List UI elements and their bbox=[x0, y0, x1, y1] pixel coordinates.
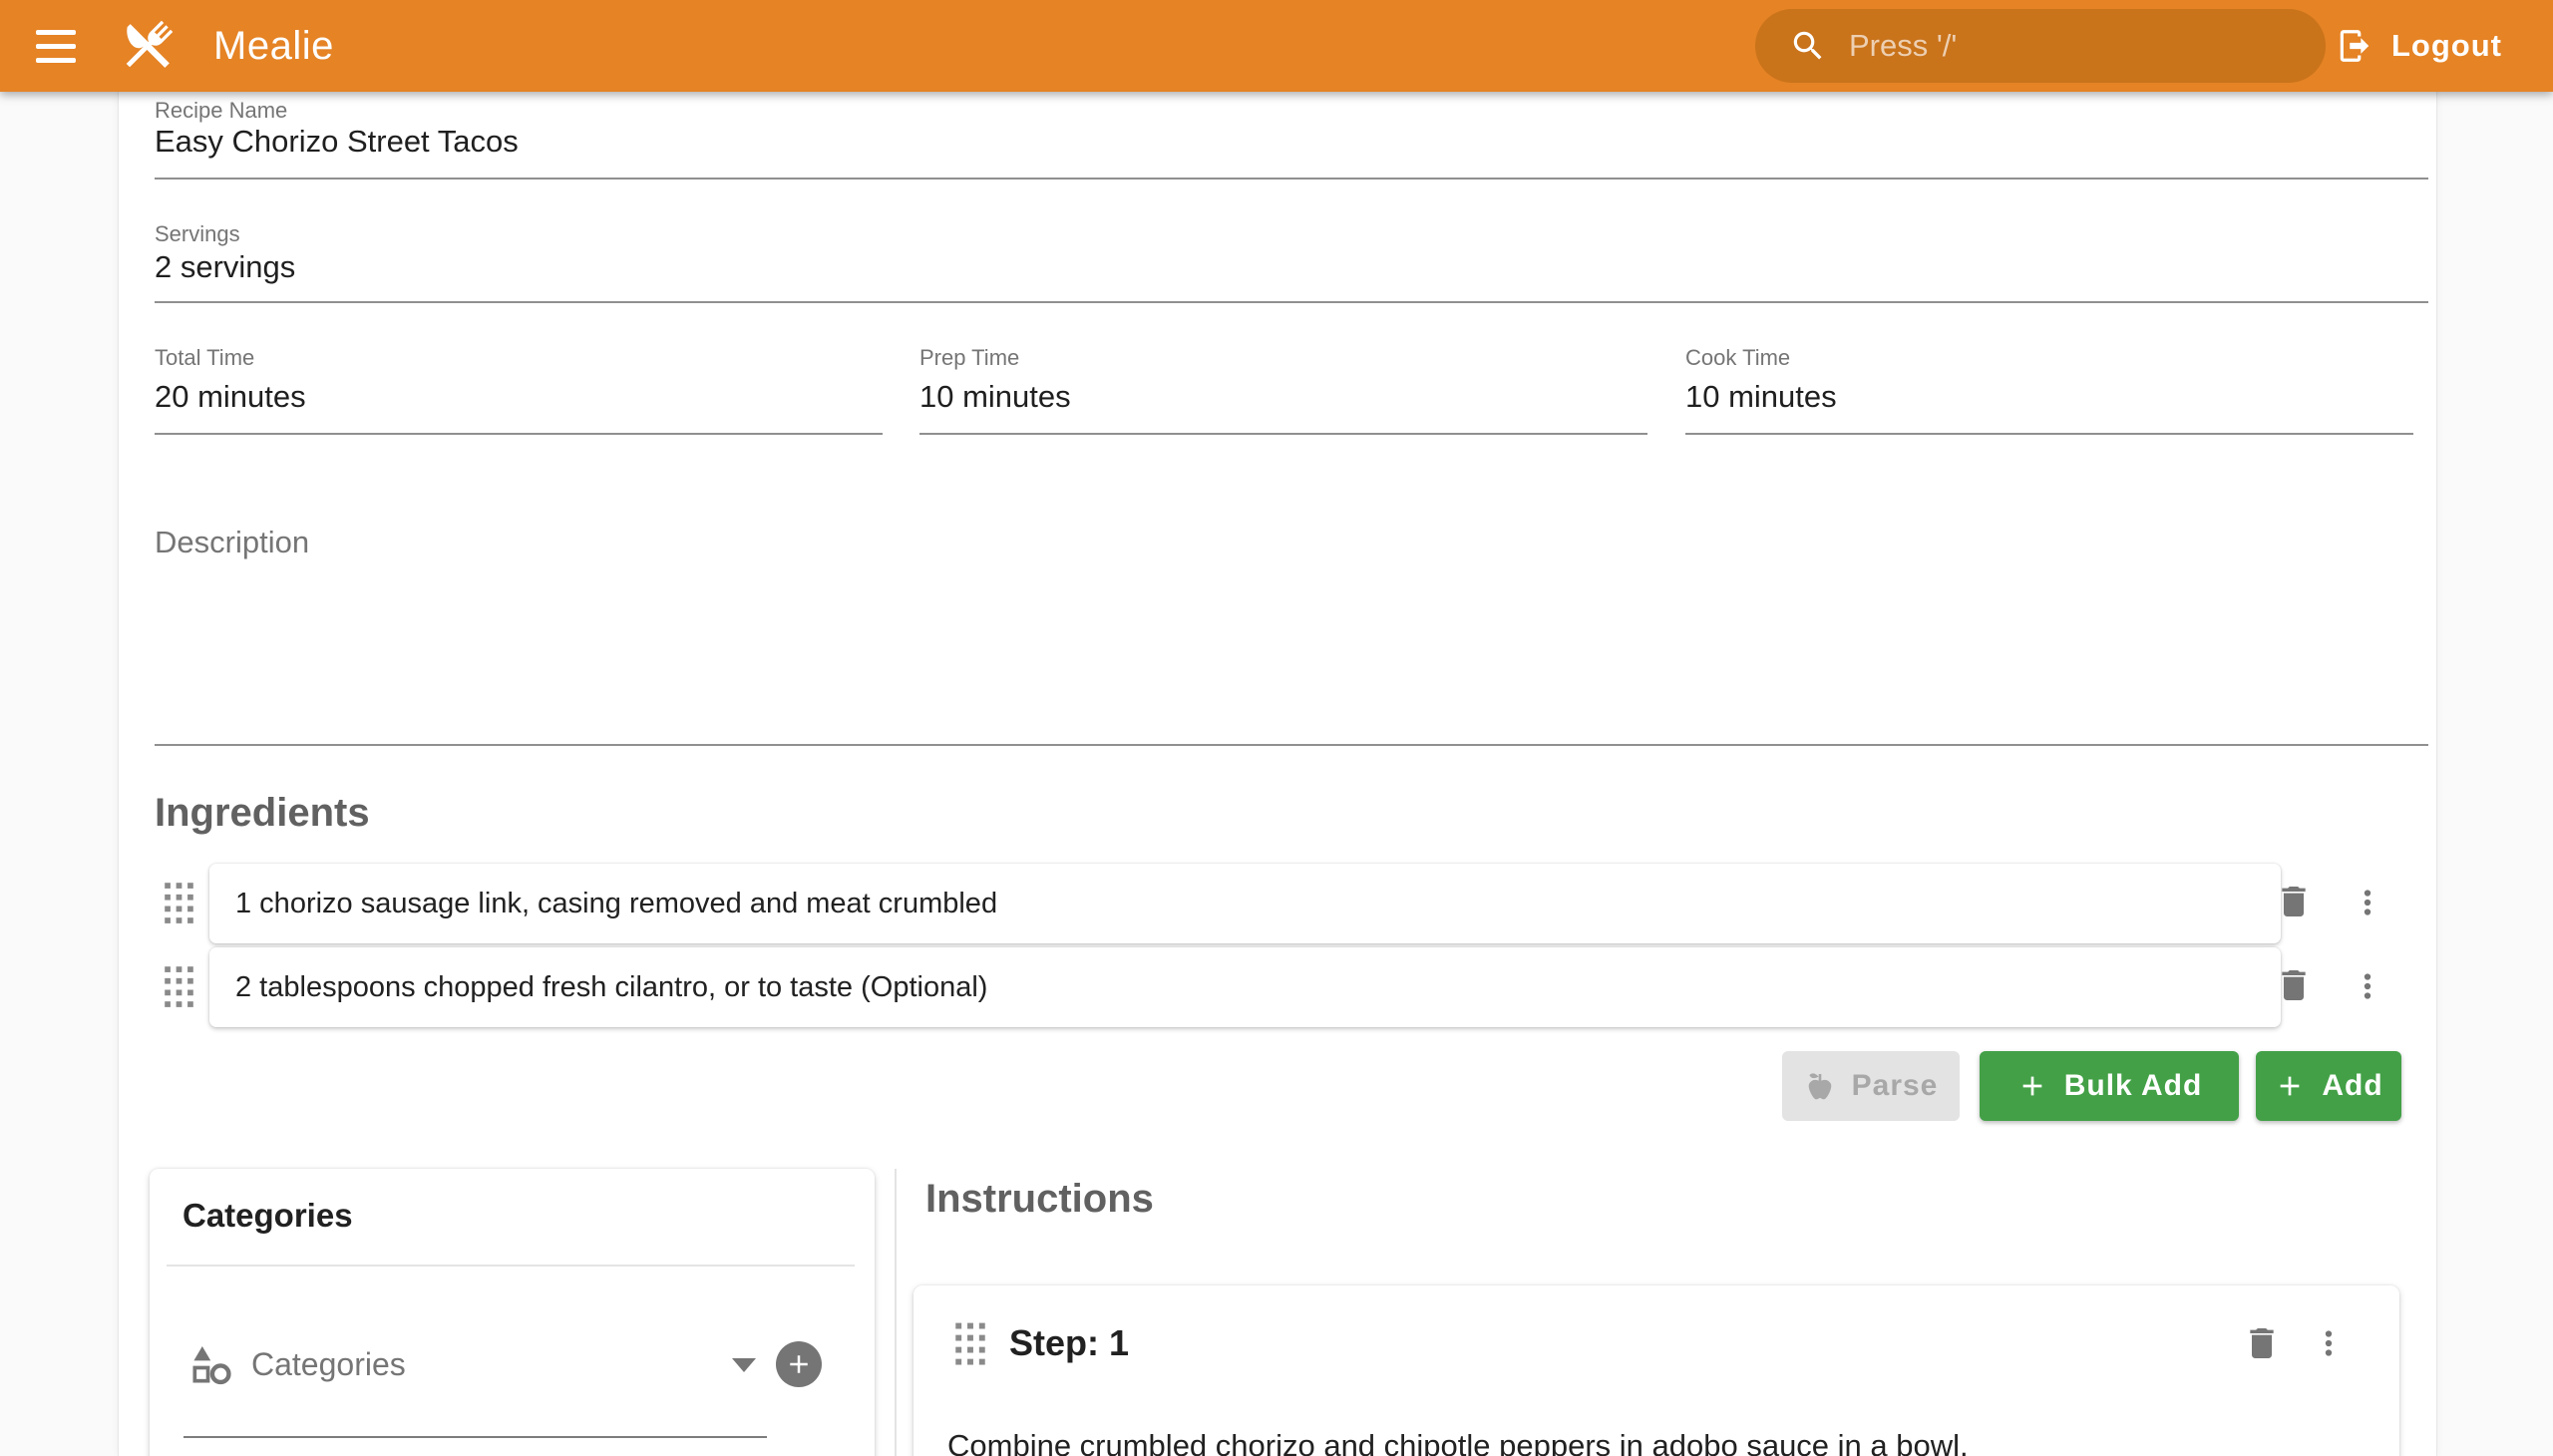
logout-label: Logout bbox=[2391, 28, 2502, 64]
step-title: Step: 1 bbox=[1009, 1322, 1129, 1364]
add-ingredient-button[interactable]: Add bbox=[2256, 1051, 2401, 1121]
prep-time-input[interactable] bbox=[919, 379, 1638, 415]
menu-bar bbox=[36, 30, 76, 35]
kebab-menu-icon bbox=[2349, 967, 2386, 1005]
search-input[interactable] bbox=[1847, 27, 2326, 65]
column-divider bbox=[895, 1169, 897, 1456]
search-icon bbox=[1789, 27, 1827, 65]
ingredient-drag-handle[interactable] bbox=[163, 880, 195, 928]
ingredient-input[interactable] bbox=[233, 887, 2257, 921]
mealie-recipe-editor: Mealie Logout Recipe Name Servings Total… bbox=[0, 0, 2553, 1456]
chevron-down-icon bbox=[732, 1358, 756, 1372]
servings-label: Servings bbox=[155, 221, 240, 247]
field-underline bbox=[155, 178, 2428, 180]
parse-label: Parse bbox=[1852, 1069, 1939, 1103]
recipe-name-input[interactable] bbox=[155, 124, 2418, 160]
ingredient-input[interactable] bbox=[233, 970, 2257, 1005]
field-underline bbox=[1685, 433, 2413, 435]
parse-button[interactable]: Parse bbox=[1782, 1051, 1960, 1121]
field-underline bbox=[155, 301, 2428, 303]
menu-bar bbox=[36, 58, 76, 63]
cook-time-input[interactable] bbox=[1685, 379, 2403, 415]
categories-card-title: Categories bbox=[182, 1197, 353, 1235]
recipe-name-label: Recipe Name bbox=[155, 98, 287, 124]
delete-ingredient-button[interactable] bbox=[2274, 882, 2314, 924]
trash-icon bbox=[2274, 882, 2314, 921]
ingredient-row bbox=[209, 864, 2281, 943]
create-category-button[interactable] bbox=[776, 1341, 822, 1387]
field-underline bbox=[919, 433, 1647, 435]
bulk-add-label: Bulk Add bbox=[2064, 1069, 2203, 1103]
kebab-menu-icon bbox=[2349, 884, 2386, 921]
trash-icon bbox=[2274, 965, 2314, 1005]
description-label: Description bbox=[155, 525, 309, 560]
menu-button[interactable] bbox=[30, 20, 82, 72]
instructions-heading: Instructions bbox=[925, 1177, 1154, 1222]
ingredient-menu-button[interactable] bbox=[2349, 967, 2386, 1008]
step-text[interactable]: Combine crumbled chorizo and chipotle pe… bbox=[947, 1428, 2364, 1456]
card-divider bbox=[167, 1265, 855, 1267]
cook-time-label: Cook Time bbox=[1685, 345, 1790, 371]
drag-grip-icon bbox=[163, 963, 195, 1009]
categories-select-placeholder: Categories bbox=[251, 1346, 406, 1383]
field-underline bbox=[155, 433, 883, 435]
shapes-icon bbox=[189, 1342, 233, 1391]
step-menu-button[interactable] bbox=[2310, 1324, 2348, 1365]
total-time-input[interactable] bbox=[155, 379, 873, 415]
prep-time-label: Prep Time bbox=[919, 345, 1019, 371]
logout-icon bbox=[2336, 27, 2373, 65]
delete-step-button[interactable] bbox=[2242, 1323, 2282, 1366]
total-time-label: Total Time bbox=[155, 345, 254, 371]
servings-input[interactable] bbox=[155, 249, 2418, 285]
apple-icon bbox=[1804, 1070, 1836, 1102]
drag-grip-icon bbox=[953, 1320, 987, 1366]
ingredients-heading: Ingredients bbox=[155, 791, 370, 836]
step-drag-handle[interactable] bbox=[953, 1320, 987, 1369]
description-textarea[interactable] bbox=[155, 573, 2422, 737]
mealie-logo-icon[interactable] bbox=[116, 14, 180, 78]
trash-icon bbox=[2242, 1323, 2282, 1363]
search-bar[interactable] bbox=[1755, 9, 2326, 83]
drag-grip-icon bbox=[163, 880, 195, 925]
app-header: Mealie Logout bbox=[0, 0, 2553, 92]
menu-bar bbox=[36, 44, 76, 49]
app-title[interactable]: Mealie bbox=[213, 0, 334, 92]
logout-button[interactable]: Logout bbox=[2330, 0, 2508, 92]
bulk-add-button[interactable]: Bulk Add bbox=[1980, 1051, 2239, 1121]
ingredient-row bbox=[209, 947, 2281, 1027]
select-underline bbox=[183, 1436, 767, 1438]
plus-icon bbox=[784, 1349, 814, 1379]
ingredient-menu-button[interactable] bbox=[2349, 884, 2386, 924]
add-label: Add bbox=[2322, 1069, 2382, 1103]
plus-icon bbox=[2274, 1070, 2306, 1102]
plus-icon bbox=[2016, 1070, 2048, 1102]
kebab-menu-icon bbox=[2310, 1324, 2348, 1362]
delete-ingredient-button[interactable] bbox=[2274, 965, 2314, 1008]
ingredient-drag-handle[interactable] bbox=[163, 963, 195, 1012]
field-underline bbox=[155, 744, 2428, 746]
